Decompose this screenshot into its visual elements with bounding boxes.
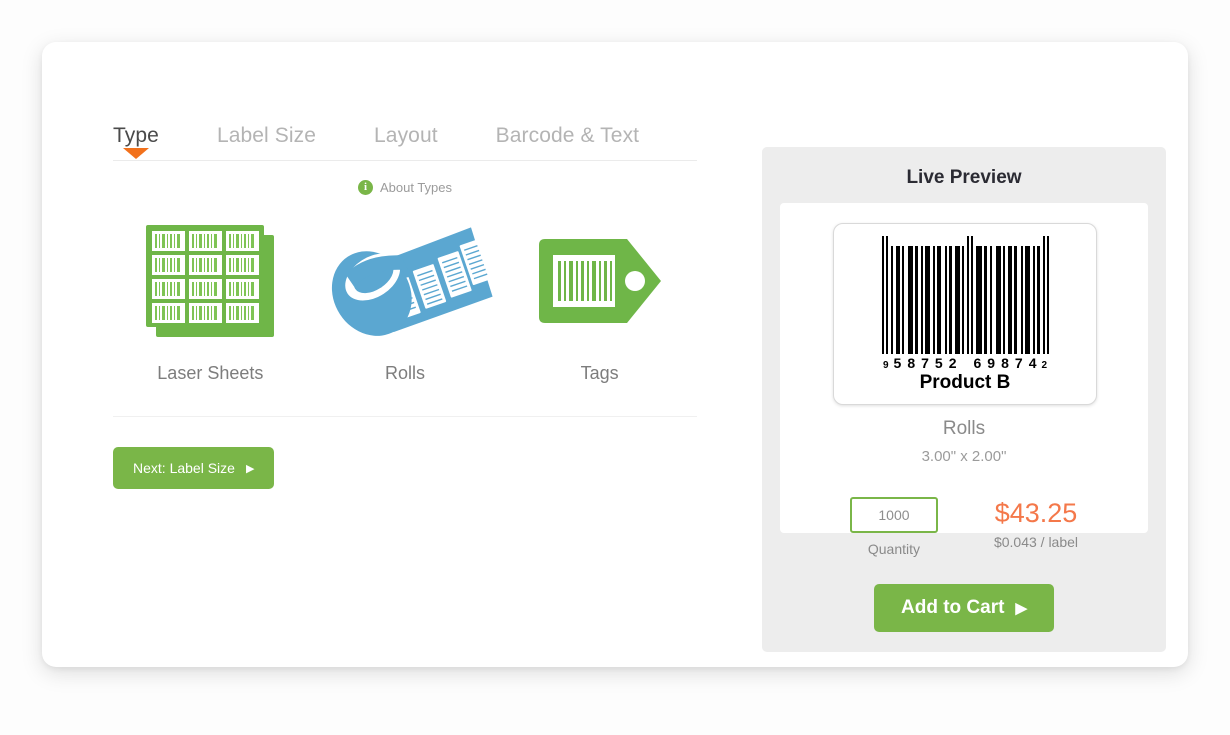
info-icon: i: [357, 180, 373, 195]
tab-label-size-label: Label Size: [216, 124, 317, 147]
quantity-price-row: Quantity $43.25 $0.043 / label: [762, 497, 1166, 557]
barcode-digit: 4: [1028, 355, 1037, 371]
live-preview-panel: Live Preview 9 5 8 7 5 2 6 9 8 7 4 2 Pro…: [762, 147, 1166, 652]
next-label-size-button-label: Next: Label Size: [133, 460, 235, 476]
type-option-laser-sheets-label: Laser Sheets: [157, 363, 264, 383]
configurator-card: Type Label Size Layout Barcode & Text i …: [42, 42, 1188, 667]
configurator-left-column: Type Label Size Layout Barcode & Text i …: [113, 100, 697, 489]
type-option-tags[interactable]: Tags: [502, 211, 697, 384]
quantity-input[interactable]: [849, 497, 938, 533]
type-option-rolls-label: Rolls: [385, 363, 426, 383]
tab-type[interactable]: Type: [113, 124, 159, 160]
page-root: Type Label Size Layout Barcode & Text i …: [0, 0, 1230, 735]
barcode-digit: 2: [948, 355, 957, 371]
label-artwork: 9 5 8 7 5 2 6 9 8 7 4 2 Product B: [833, 223, 1097, 405]
tab-barcode-text[interactable]: Barcode & Text: [496, 124, 639, 160]
about-types-label: About Types: [379, 180, 453, 195]
laser-sheets-icon: [140, 211, 280, 351]
quantity-block: Quantity: [849, 497, 938, 557]
rolls-icon: [318, 211, 493, 351]
active-tab-caret-icon: [122, 148, 149, 159]
label-product-name: Product B: [919, 372, 1011, 393]
barcode-trail-digit: 2: [1041, 360, 1048, 371]
chevron-right-icon: ▶: [1015, 600, 1027, 617]
chevron-right-icon: ▶: [245, 462, 255, 475]
tab-barcode-text-label: Barcode & Text: [495, 124, 640, 147]
type-option-rolls[interactable]: Rolls: [308, 211, 503, 384]
add-to-cart-button[interactable]: Add to Cart ▶: [874, 584, 1054, 632]
tags-icon: [535, 211, 665, 351]
tab-label-size[interactable]: Label Size: [217, 124, 316, 160]
label-preview-card: 9 5 8 7 5 2 6 9 8 7 4 2 Product B Rolls …: [780, 203, 1148, 533]
add-to-cart-button-label: Add to Cart: [901, 597, 1005, 618]
barcode-digit: 5: [934, 355, 943, 371]
quantity-caption: Quantity: [867, 541, 921, 557]
barcode-bars: [881, 236, 1049, 354]
barcode-digits: 9 5 8 7 5 2 6 9 8 7 4 2: [881, 355, 1049, 371]
live-preview-title: Live Preview: [906, 167, 1022, 188]
section-divider: [113, 416, 697, 417]
barcode-digit: 6: [973, 355, 982, 371]
tab-layout-label: Layout: [374, 124, 438, 147]
next-label-size-button[interactable]: Next: Label Size ▶: [113, 447, 275, 489]
barcode-digit: 8: [1001, 355, 1009, 371]
price-block: $43.25 $0.043 / label: [994, 497, 1078, 557]
type-option-tags-label: Tags: [580, 363, 619, 383]
label-type-text: Rolls: [942, 418, 986, 439]
step-tabs: Type Label Size Layout Barcode & Text: [113, 100, 697, 161]
barcode-digit: 5: [893, 355, 902, 371]
price-total: $43.25: [994, 498, 1078, 528]
about-types-link[interactable]: i About Types: [113, 180, 697, 195]
barcode-lead-digit: 9: [882, 360, 889, 371]
tab-layout[interactable]: Layout: [374, 124, 438, 160]
barcode-digit: 8: [907, 355, 916, 371]
barcode-digit: 7: [921, 355, 929, 371]
tab-type-label: Type: [113, 124, 159, 147]
barcode-digit: 7: [1014, 355, 1023, 371]
barcode-graphic: 9 5 8 7 5 2 6 9 8 7 4 2 Product B: [834, 236, 1096, 394]
price-per-label: $0.043 / label: [993, 534, 1079, 550]
barcode-digit: 9: [987, 355, 996, 371]
product-type-options: Laser Sheets Rolls Tags: [113, 211, 697, 384]
label-dimensions-text: 3.00" x 2.00": [921, 448, 1007, 465]
type-option-laser-sheets[interactable]: Laser Sheets: [113, 211, 308, 384]
